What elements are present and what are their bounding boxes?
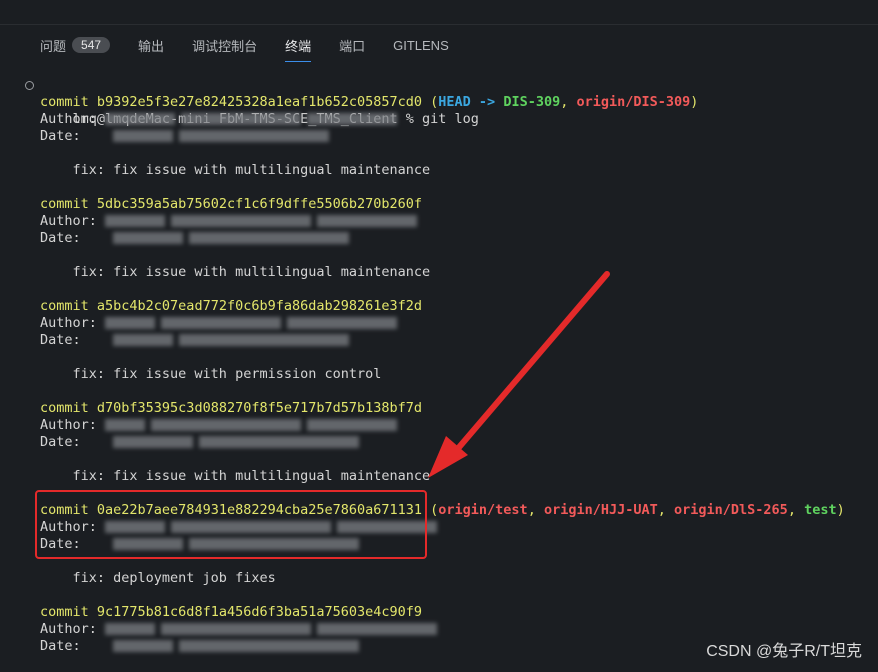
author-line: Author:	[40, 621, 860, 638]
commit-hash: 5dbc359a5ab75602cf1c6f9dffe5506b270b260f	[96, 196, 423, 212]
redacted-author	[105, 113, 176, 125]
tab-gitlens[interactable]: GITLENS	[393, 38, 449, 53]
date-line: Date:	[40, 128, 860, 145]
ref-local-branch: DIS-309	[503, 94, 561, 110]
ref-remote-branch: origin/DlS-265	[674, 502, 788, 518]
redacted-date	[113, 130, 174, 142]
redacted-author	[105, 419, 146, 431]
top-bar	[0, 0, 878, 25]
commit-line: commit d70bf35395c3d088270f8f5e717b7d57b…	[40, 400, 423, 416]
tab-terminal-label: 终端	[285, 38, 312, 54]
tab-debug-console[interactable]: 调试控制台	[192, 36, 257, 55]
tab-gitlens-label: GITLENS	[393, 37, 449, 53]
panel-tabs: 问题 547 输出 调试控制台 终端 端口 GITLENS	[40, 32, 477, 62]
redacted-date	[113, 232, 184, 244]
tab-ports[interactable]: 端口	[339, 36, 365, 55]
author-line: Author:	[40, 213, 860, 230]
prompt-line: lmq@lmqdeMac-mini FbM-TMS-SCE_TMS_Client…	[25, 77, 860, 127]
commit-line: commit a5bc4b2c07ead772f0c6b9fa86dab2982…	[40, 298, 423, 314]
commit-hash: a5bc4b2c07ead772f0c6b9fa86dab298261e3f2d	[96, 298, 423, 314]
date-line: Date:	[40, 230, 860, 247]
commit-hash: d70bf35395c3d088270f8f5e717b7d57b138bf7d	[96, 400, 423, 416]
redacted-date	[113, 436, 194, 448]
tab-output[interactable]: 输出	[138, 36, 164, 55]
date-line: Date:	[40, 332, 860, 349]
commit-message: fix: fix issue with multilingual mainten…	[40, 162, 431, 178]
tab-debug-console-label: 调试控制台	[192, 38, 258, 54]
ref-remote-branch: origin/HJJ-UAT	[543, 502, 658, 518]
tab-ports-label: 端口	[339, 38, 366, 54]
ref-remote-branch: origin/DIS-309	[576, 94, 691, 110]
commit-hash: 9c1775b81c6d8f1a456d6f3ba51a75603e4c90f9	[96, 604, 423, 620]
commit-line: commit 9c1775b81c6d8f1a456d6f3ba51a75603…	[40, 604, 423, 620]
commit-message: fix: deployment job fixes	[40, 570, 276, 586]
problems-count-badge: 547	[72, 37, 111, 53]
tab-problems[interactable]: 问题 547	[40, 36, 111, 55]
commit-message: fix: fix issue with permission control	[40, 366, 382, 382]
commit-line: commit b9392e5f3e27e82425328a1eaf1b652c0…	[40, 94, 699, 110]
watermark: CSDN @兔子R/T坦克	[706, 643, 862, 660]
author-line: Author:	[40, 315, 860, 332]
date-line: Date:	[40, 434, 860, 451]
redacted-author	[105, 623, 156, 635]
ref-head: HEAD	[438, 94, 471, 110]
tab-output-label: 输出	[138, 38, 165, 54]
redacted-date	[113, 640, 174, 652]
tab-problems-label: 问题	[40, 38, 67, 54]
redacted-author	[105, 215, 166, 227]
commit-message: fix: fix issue with multilingual mainten…	[40, 468, 431, 484]
author-line: Author:	[40, 417, 860, 434]
redacted-date	[113, 334, 174, 346]
commit-hash: b9392e5f3e27e82425328a1eaf1b652c05857cd0	[96, 94, 423, 110]
commit-line: commit 5dbc359a5ab75602cf1c6f9dffe5506b2…	[40, 196, 423, 212]
highlight-box	[35, 490, 427, 559]
prompt-status-icon	[25, 81, 34, 90]
ref-remote-branch: origin/test	[438, 502, 528, 518]
tab-terminal[interactable]: 终端	[285, 36, 312, 62]
commit-message: fix: fix issue with multilingual mainten…	[40, 264, 431, 280]
terminal-output[interactable]: lmq@lmqdeMac-mini FbM-TMS-SCE_TMS_Client…	[25, 77, 860, 655]
ref-local-branch: test	[804, 502, 837, 518]
redacted-author	[105, 317, 156, 329]
